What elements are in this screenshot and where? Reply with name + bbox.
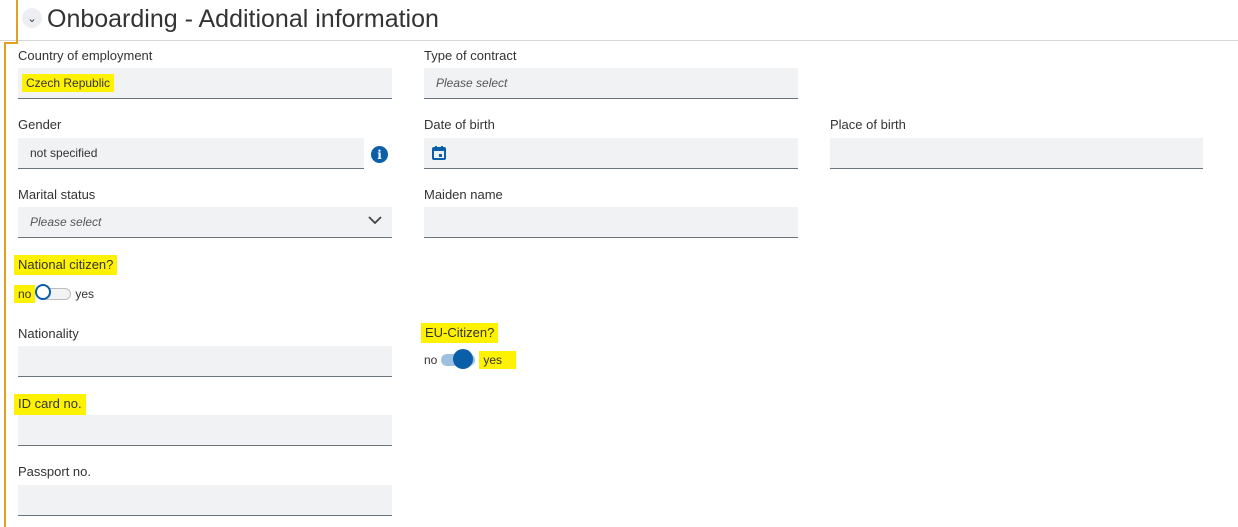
contract-placeholder: Please select: [436, 76, 508, 90]
country-value: Czech Republic: [22, 74, 115, 92]
toggle-track[interactable]: [441, 349, 476, 369]
national-citizen-toggle[interactable]: no yes: [14, 284, 95, 303]
chevron-down-icon[interactable]: [368, 215, 382, 225]
gender-value: not specified: [30, 146, 98, 160]
eu-citizen-yes: yes: [479, 351, 517, 369]
section-accent-corner: [4, 42, 18, 44]
chevron-down-icon: ⌄: [27, 12, 37, 25]
nationality-label: Nationality: [18, 326, 79, 341]
gender-label: Gender: [18, 117, 62, 132]
calendar-icon[interactable]: [432, 146, 446, 160]
info-icon[interactable]: i: [371, 146, 388, 163]
passport-field[interactable]: [18, 485, 392, 516]
id-card-field[interactable]: [18, 415, 392, 446]
section-title: Onboarding - Additional information: [47, 5, 439, 33]
marital-select[interactable]: Please select: [18, 207, 392, 238]
id-card-label: ID card no.: [14, 394, 86, 415]
contract-select[interactable]: Please select: [424, 68, 798, 99]
marital-placeholder: Please select: [30, 215, 102, 229]
collapse-button[interactable]: ⌄: [22, 8, 42, 28]
national-citizen-label: National citizen?: [14, 255, 118, 275]
maiden-field[interactable]: [424, 207, 798, 238]
national-citizen-no: no: [14, 285, 36, 303]
toggle-track[interactable]: [35, 284, 72, 300]
nationality-field[interactable]: [18, 346, 392, 377]
marital-label: Marital status: [18, 187, 96, 202]
gender-field[interactable]: not specified: [18, 138, 364, 169]
maiden-label: Maiden name: [424, 187, 503, 202]
eu-citizen-toggle[interactable]: no yes: [424, 349, 517, 369]
national-citizen-yes: yes: [75, 287, 95, 301]
passport-label: Passport no.: [18, 464, 91, 479]
contract-label: Type of contract: [424, 48, 517, 63]
country-label: Country of employment: [18, 48, 153, 63]
toggle-knob: [453, 349, 474, 369]
dob-field[interactable]: [424, 138, 798, 169]
section-accent-border: [4, 44, 6, 527]
section-accent-line: [16, 0, 18, 44]
eu-citizen-no: no: [424, 353, 438, 367]
pob-field[interactable]: [830, 138, 1203, 169]
eu-citizen-label: EU-Citizen?: [421, 323, 499, 343]
country-field[interactable]: Czech Republic: [18, 68, 392, 99]
pob-label: Place of birth: [830, 117, 906, 132]
dob-label: Date of birth: [424, 117, 495, 132]
toggle-knob: [35, 284, 52, 300]
